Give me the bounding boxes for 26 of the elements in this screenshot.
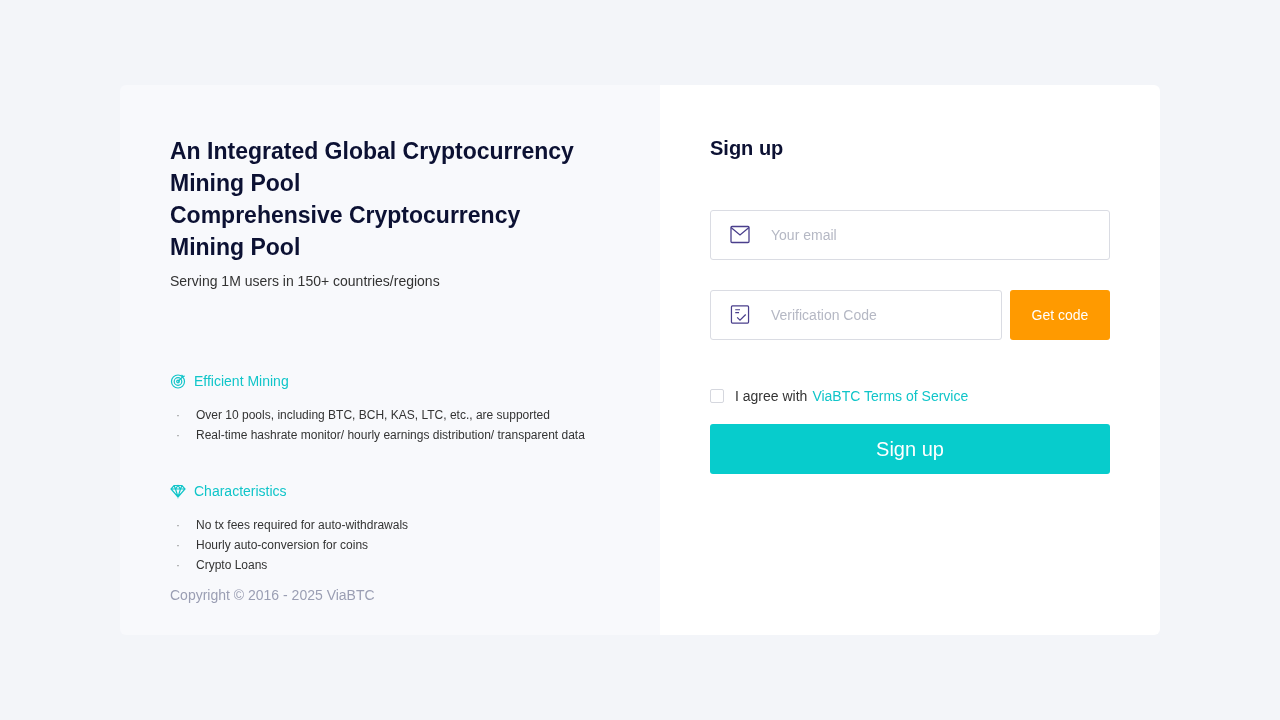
subtitle: Serving 1M users in 150+ countries/regions	[170, 273, 440, 289]
feature-text: No tx fees required for auto-withdrawals	[196, 517, 409, 533]
feature-text: Crypto Loans	[196, 557, 268, 573]
feature-text: Hourly auto-conversion for coins	[196, 537, 369, 553]
feature-title: Efficient Mining	[194, 373, 289, 389]
bullet-mark: ·	[175, 557, 181, 573]
bullet-mark: ·	[175, 427, 181, 443]
headline: Comprehensive Cryptocurrency Mining Pool	[170, 201, 522, 262]
agree-text: I agree with	[735, 388, 808, 404]
diamond-icon	[170, 483, 186, 499]
form-title: Sign up	[710, 137, 785, 160]
copyright-text: Copyright © 2016 - 2025 ViaBTC	[170, 587, 375, 603]
get-code-button[interactable]: Get code	[1010, 290, 1110, 340]
feature-text: Real-time hashrate monitor/ hourly earnings distribution/ transparent data	[196, 427, 585, 443]
feature-title: Characteristics	[194, 483, 287, 499]
email-field[interactable]: Your email	[710, 210, 1110, 260]
checkbox[interactable]	[710, 389, 724, 403]
terms-link[interactable]: ViaBTC Terms of Service	[812, 388, 969, 404]
feature-text: Over 10 pools, including BTC, BCH, KAS, LTC, etc., are supported	[196, 407, 550, 423]
headline: An Integrated Global Cryptocurrency Mining Pool	[170, 137, 575, 198]
bullet-mark: ·	[175, 537, 181, 553]
bullet-mark: ·	[175, 407, 181, 423]
verification-code-field[interactable]: Verification Code	[710, 290, 1002, 340]
sign-up-button[interactable]: Sign up	[710, 424, 1110, 474]
bullet-mark: ·	[175, 517, 181, 533]
target-icon	[170, 373, 186, 389]
